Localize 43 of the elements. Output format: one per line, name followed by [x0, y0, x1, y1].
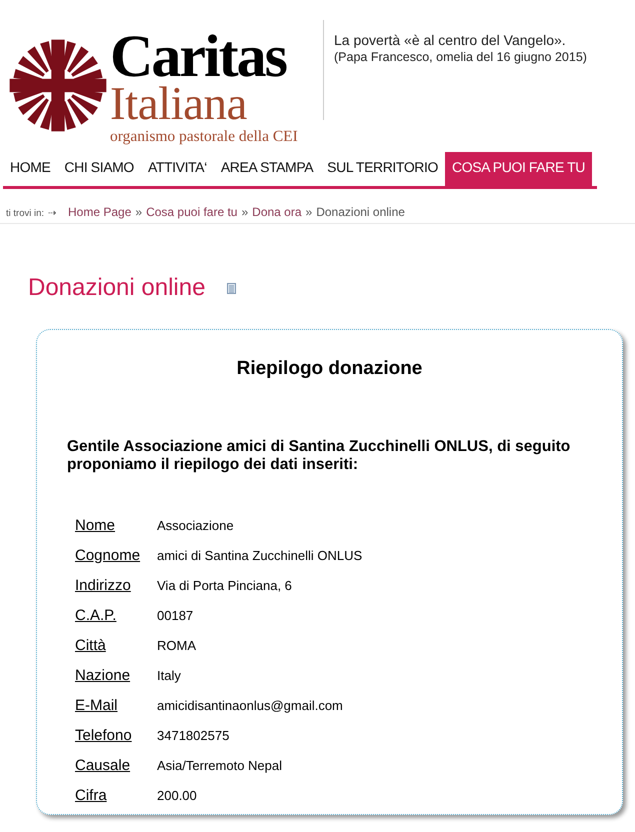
- field-label: E-Mail: [75, 696, 119, 714]
- quote-text: La povertà «è al centro del Vangelo».: [334, 32, 567, 48]
- field-label: Nazione: [75, 666, 132, 684]
- field-value: Asia/Terremoto Nepal: [157, 758, 282, 772]
- field-label: Causale: [75, 756, 132, 774]
- field-value: ROMA: [157, 638, 196, 652]
- field-label: Nome: [75, 516, 116, 534]
- nav-item[interactable]: AREA STAMPA: [214, 152, 320, 186]
- field-value: Associazione: [157, 518, 234, 532]
- nav-item[interactable]: HOME: [3, 152, 58, 186]
- field-value: Via di Porta Pinciana, 6: [157, 578, 292, 592]
- logo-name: Caritas: [110, 28, 286, 84]
- nav-item[interactable]: COSA PUOI FARE TU: [445, 152, 592, 186]
- summary-intro: Gentile Associazione amici di Santina Zucchinelli ONLUS, di seguito proponiamo il riepilogo dei dati inseriti:: [67, 438, 572, 474]
- field-value: amici di Santina Zucchinelli ONLUS: [157, 548, 362, 562]
- breadcrumb-prefix: ti trovi in:: [6, 208, 44, 219]
- field-label: Cognome: [75, 546, 142, 564]
- nav-item[interactable]: CHI SIAMO: [57, 152, 141, 186]
- quote-source: (Papa Francesco, omelia del 16 giugno 2015): [334, 50, 587, 64]
- logo-subname: Italiana: [110, 84, 247, 124]
- breadcrumb-link[interactable]: Dona ora: [252, 205, 302, 219]
- field-label: Cifra: [75, 786, 108, 804]
- summary-title: Riepilogo donazione: [236, 358, 424, 380]
- nav-item[interactable]: SUL TERRITORIO: [320, 152, 446, 186]
- arrow-icon: ⇢: [48, 207, 56, 219]
- page-title: Donazioni online: [28, 274, 206, 302]
- breadcrumb-link[interactable]: Home Page: [68, 205, 132, 219]
- field-value: amicidisantinaonlus@gmail.com: [157, 698, 343, 712]
- field-label: Città: [75, 636, 107, 654]
- breadcrumb-separator: »: [306, 205, 312, 219]
- field-value: 3471802575: [157, 728, 230, 742]
- breadcrumb-separator: »: [241, 205, 248, 219]
- field-label: Indirizzo: [75, 576, 132, 594]
- field-value: Italy: [157, 668, 181, 682]
- breadcrumb-separator: »: [135, 205, 142, 219]
- field-label: C.A.P.: [75, 606, 118, 624]
- field-value: 00187: [157, 608, 194, 622]
- field-value: 200.00: [157, 788, 197, 802]
- nav-item[interactable]: ATTIVITA‘: [140, 152, 214, 186]
- breadcrumb-link[interactable]: Cosa puoi fare tu: [146, 205, 238, 219]
- logo-tagline: organismo pastorale della CEI: [110, 128, 298, 146]
- field-label: Telefono: [75, 726, 133, 744]
- breadcrumb-current: Donazioni online: [316, 205, 405, 219]
